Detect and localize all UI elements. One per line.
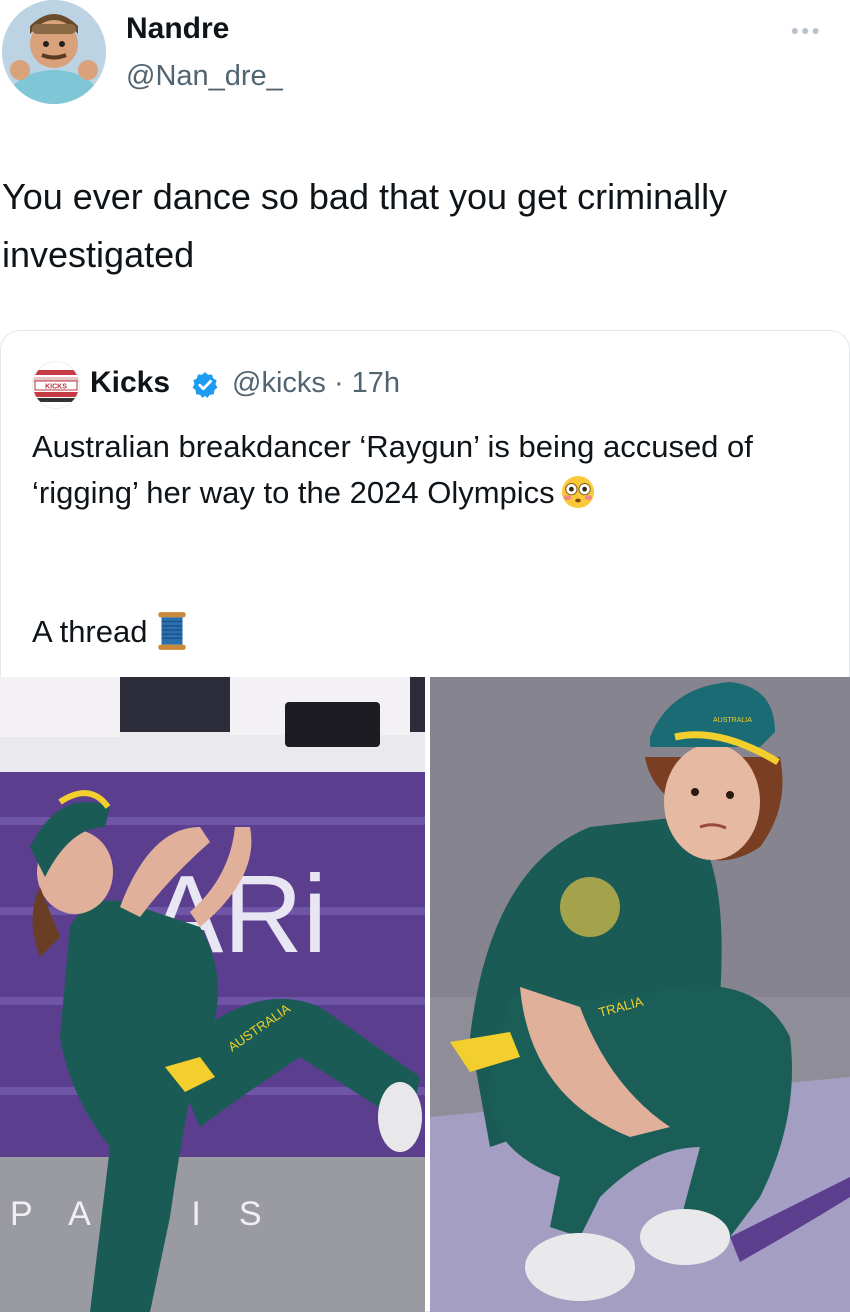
quoted-tweet-text: Australian breakdancer ‘Raygun’ is being… — [32, 424, 812, 516]
photo-breakdancer-posing[interactable]: ARi PARIS AUSTRALIA — [0, 677, 425, 1312]
kicks-logo-avatar[interactable]: KICKS — [33, 362, 79, 408]
author-name[interactable]: Nandre — [126, 12, 229, 46]
verified-badge-icon — [192, 372, 218, 398]
quoted-handle-time[interactable]: @kicks · 17h — [232, 367, 400, 400]
more-options-icon[interactable]: ●●● — [791, 22, 822, 38]
author-avatar[interactable] — [2, 0, 106, 104]
thread-label-text: A thread — [32, 614, 148, 649]
author-handle[interactable]: @Nan_dre_ — [126, 60, 283, 93]
spool-of-thread-icon — [158, 612, 187, 650]
tweet-text: You ever dance so bad that you get crimi… — [2, 176, 728, 275]
kicks-logo-icon: KICKS — [33, 362, 79, 408]
cap-text: AUSTRALIA — [713, 717, 752, 724]
breakdancer-posing-illustration: ARi PARIS AUSTRALIA — [0, 677, 425, 1312]
avatar-illustration — [2, 0, 106, 104]
quoted-author-name[interactable]: Kicks — [90, 366, 170, 400]
kicks-logo-text: KICKS — [45, 384, 67, 391]
thread-label: A thread — [32, 610, 189, 652]
photo-breakdancer-crouching[interactable]: TRALIA AUSTRALIA — [430, 677, 850, 1312]
quoted-text-body: Australian breakdancer ‘Raygun’ is being… — [32, 429, 753, 510]
flushed-face-icon — [561, 475, 594, 509]
breakdancer-crouching-illustration: TRALIA AUSTRALIA — [430, 677, 850, 1312]
